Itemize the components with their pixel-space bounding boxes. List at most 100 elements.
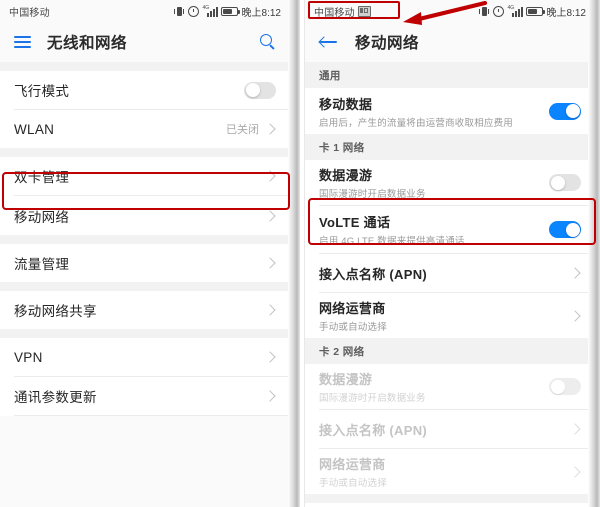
hamburger-icon[interactable] [14,36,31,48]
right-status-icons: 4G 晚上8:12 [478,4,586,19]
list-item-sublabel: 启用后，产生的流量将由运营商收取相应费用 [319,117,514,129]
left-status-bar: 中国移动 4G 晚上8:12 [0,0,290,22]
status-time: 晚上8:12 [241,7,281,19]
right-phone-screen: 中国移动 4G 晚上8:12 移动网络 通用 移动数据 启用后，产生的流量将由运… [305,0,595,507]
section-header-sim1: 卡 1 网络 [305,134,595,160]
list-item-vpn[interactable]: VPN [0,338,290,376]
list-group-tethering: 移动网络共享 [0,291,290,329]
section-header-sim2: 卡 2 网络 [305,338,595,364]
divider [14,415,290,416]
volte-badge-icon [357,5,371,17]
left-carrier-group: 中国移动 [9,4,50,19]
mobile-network-settings-list: 通用 移动数据 启用后，产生的流量将由运营商收取相应费用 卡 1 网络 数据漫游… [305,62,595,507]
list-item-sublabel: 国际漫游时开启数据业务 [319,189,426,200]
list-item-wlan[interactable]: WLAN 已关闭 [0,110,290,148]
section-header-general: 通用 [305,62,595,88]
left-app-bar: 无线和网络 [0,22,290,62]
left-status-icons: 4G 晚上8:12 [173,4,281,19]
list-item-label: 接入点名称 (APN) [319,266,428,282]
right-status-bar: 中国移动 4G 晚上8:12 [305,0,595,22]
chevron-right-icon [569,309,581,322]
signal-network-label: 4G [507,4,515,11]
list-gap [0,235,290,244]
left-settings-list: 飞行模式 WLAN 已关闭 双卡管理 移动网络 流量管理 移动网络共享 VPN … [0,62,290,416]
list-gap [0,329,290,338]
list-item-label: 双卡管理 [14,170,70,185]
list-item-sublabel: 手动或自动选择 [319,322,387,333]
carrier-label: 中国移动 [9,7,50,19]
list-item-label: VoLTE 通话 [319,215,391,230]
list-item-label: 数据漫游 [319,168,373,183]
list-item-label: 移动网络 [14,209,70,225]
volte-call-switch[interactable] [549,221,581,238]
list-item-label: 通讯参数更新 [14,390,97,405]
airplane-mode-switch[interactable] [244,81,276,99]
list-item-volte-call[interactable]: VoLTE 通话 启用 4G LTE 数据来提供高清通话 [305,206,595,253]
list-item-label: 网络运营商 [319,301,386,316]
chevron-right-icon [264,170,276,182]
right-panel-edge-shadow [588,0,600,507]
list-item-label: 流量管理 [14,257,70,272]
list-item-advanced[interactable]: 高级 [305,503,595,507]
right-app-bar: 移动网络 [305,22,595,62]
page-title: 移动网络 [355,35,420,52]
list-item-sublabel: 国际漫游时开启数据业务 [319,393,426,404]
data-roaming-switch-sim1[interactable] [549,174,581,191]
list-item-label: 数据漫游 [319,372,373,387]
list-item-data-roaming-sim2: 数据漫游 国际漫游时开启数据业务 [305,364,595,409]
back-arrow-icon[interactable] [319,34,339,50]
list-group-misc: VPN 通讯参数更新 [0,338,290,416]
chevron-right-icon [264,351,276,363]
signal-icon: 4G [202,4,218,17]
section-sim2: 数据漫游 国际漫游时开启数据业务 接入点名称 (APN) 网络运营商 手动或自动… [305,364,595,494]
battery-icon [525,6,545,16]
list-item-label: 飞行模式 [14,84,70,99]
alarm-icon [492,5,504,17]
chevron-right-icon [264,390,276,402]
search-icon[interactable] [260,34,276,50]
screenshot-stage: 中国移动 4G 晚上8:12 无线和网络 飞行模式 WLAN 已关闭 双卡管理 … [0,0,600,507]
chevron-right-icon [569,267,581,279]
signal-icon: 4G [507,4,523,17]
alarm-icon [187,5,199,17]
list-item-mobile-network[interactable]: 移动网络 [0,196,290,235]
list-gap [305,494,595,503]
list-gap [0,282,290,291]
chevron-right-icon [569,423,581,435]
section-sim1: 数据漫游 国际漫游时开启数据业务 VoLTE 通话 启用 4G LTE 数据来提… [305,160,595,338]
list-item-sublabel: 手动或自动选择 [319,478,387,489]
list-item-mobile-data[interactable]: 移动数据 启用后，产生的流量将由运营商收取相应费用 [305,88,595,134]
list-item-apn-sim1[interactable]: 接入点名称 (APN) [305,254,595,292]
list-item-label: VPN [14,349,43,365]
list-item-label: 移动网络共享 [14,304,97,319]
list-item-network-operator-sim2: 网络运营商 手动或自动选择 [305,449,595,494]
chevron-right-icon [264,257,276,269]
list-item-network-operator-sim1[interactable]: 网络运营商 手动或自动选择 [305,293,595,338]
list-item-label: 网络运营商 [319,457,386,472]
list-item-comm-params-update[interactable]: 通讯参数更新 [0,377,290,415]
list-item-dual-sim[interactable]: 双卡管理 [0,157,290,195]
list-group-sim: 双卡管理 移动网络 [0,157,290,235]
wlan-status-value: 已关闭 [226,124,259,136]
list-item-data-usage[interactable]: 流量管理 [0,244,290,282]
list-item-apn-sim2: 接入点名称 (APN) [305,410,595,448]
mobile-data-switch[interactable] [549,102,581,120]
section-general: 移动数据 启用后，产生的流量将由运营商收取相应费用 [305,88,595,134]
vibrate-icon [478,6,489,17]
list-item-label: 移动数据 [319,96,373,112]
signal-network-label: 4G [202,4,210,11]
chevron-right-icon [264,304,276,316]
list-item-label: WLAN [14,121,55,137]
list-item-tethering[interactable]: 移动网络共享 [0,291,290,329]
page-title: 无线和网络 [47,35,128,52]
list-item-airplane-mode[interactable]: 飞行模式 [0,71,290,109]
right-carrier-group: 中国移动 [314,4,371,19]
list-group-connectivity: 飞行模式 WLAN 已关闭 [0,71,290,148]
data-roaming-switch-sim2 [549,378,581,395]
chevron-right-icon [264,123,276,135]
list-gap [0,148,290,157]
list-item-data-roaming-sim1[interactable]: 数据漫游 国际漫游时开启数据业务 [305,160,595,205]
section-advanced: 高级 [305,503,595,507]
vibrate-icon [173,6,184,17]
list-group-data-usage: 流量管理 [0,244,290,282]
